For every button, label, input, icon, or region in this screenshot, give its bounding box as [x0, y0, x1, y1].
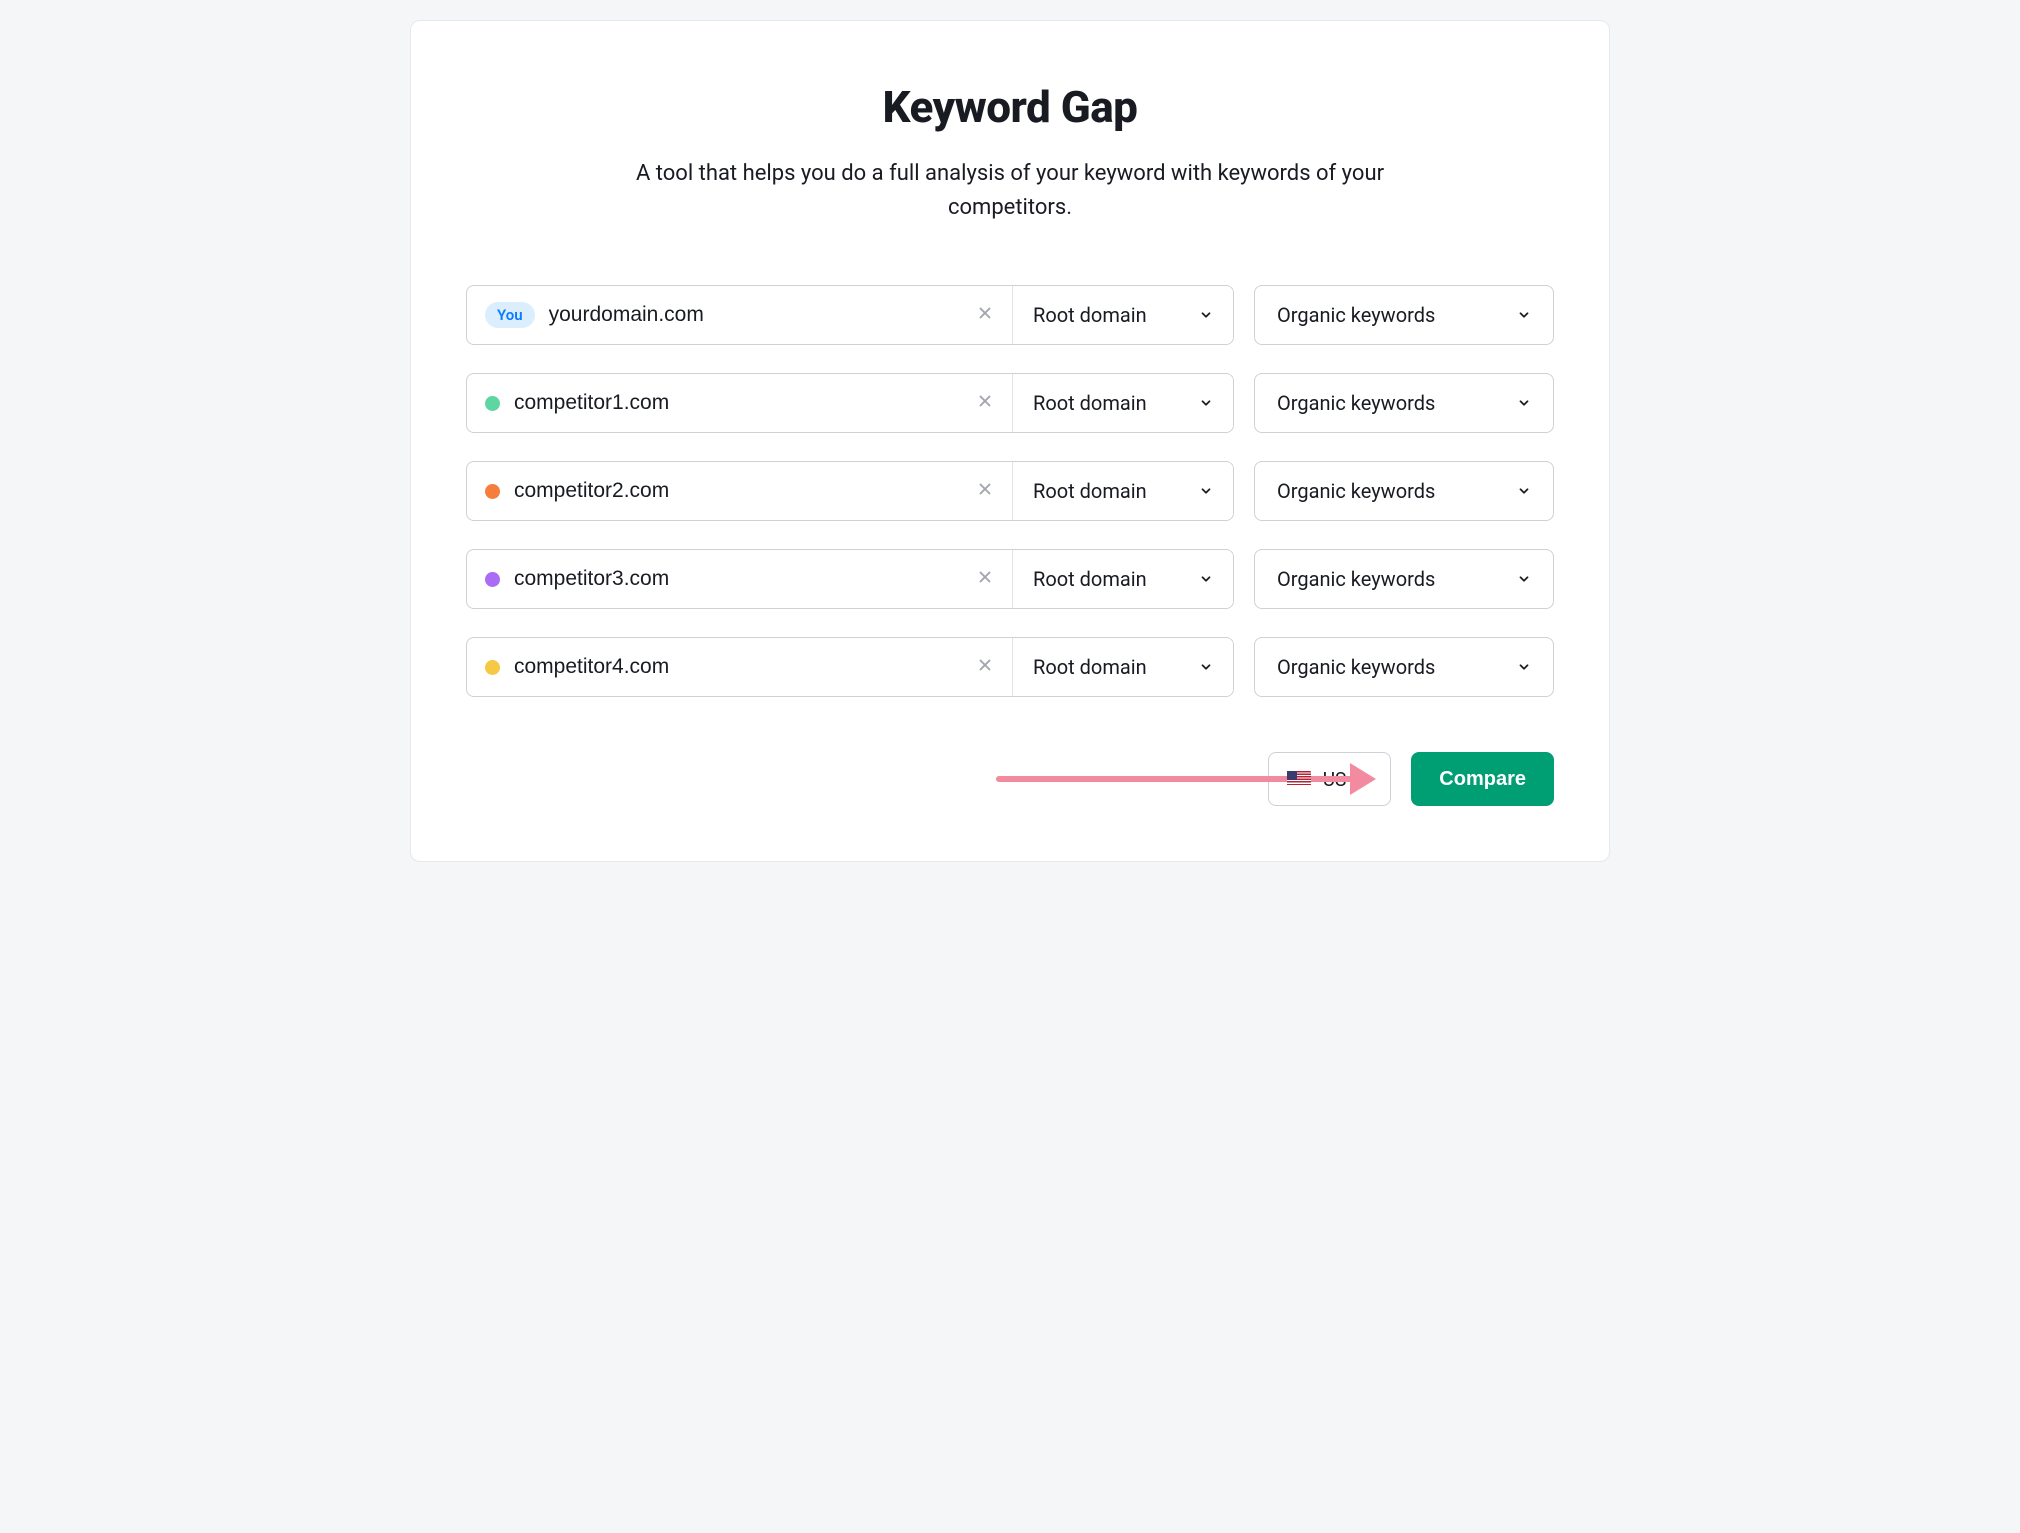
domain-input[interactable] [514, 479, 958, 503]
domain-row: Root domain Organic keywords [466, 549, 1554, 609]
domain-input-group: Root domain [466, 373, 1234, 433]
keyword-type-label: Organic keywords [1277, 479, 1435, 503]
close-icon [976, 302, 994, 327]
domain-input-group: Root domain [466, 461, 1234, 521]
scope-select[interactable]: Root domain [1013, 374, 1233, 432]
keyword-type-select[interactable]: Organic keywords [1254, 549, 1554, 609]
keyword-type-select[interactable]: Organic keywords [1254, 285, 1554, 345]
scope-select[interactable]: Root domain [1013, 462, 1233, 520]
keyword-type-label: Organic keywords [1277, 303, 1435, 327]
domain-input-wrap [467, 462, 1013, 520]
domain-row: Root domain Organic keywords [466, 637, 1554, 697]
flag-us-icon [1287, 771, 1311, 787]
domain-input-wrap [467, 374, 1013, 432]
chevron-down-icon [1199, 572, 1213, 586]
color-dot-icon [485, 660, 500, 675]
footer-controls: US Compare [466, 752, 1554, 806]
clear-input-button[interactable] [972, 652, 998, 682]
scope-label: Root domain [1033, 655, 1147, 679]
domain-rows: YouRoot domainOrganic keywordsRoot domai… [466, 285, 1554, 697]
keyword-type-label: Organic keywords [1277, 391, 1435, 415]
chevron-down-icon [1199, 484, 1213, 498]
domain-row: Root domain Organic keywords [466, 461, 1554, 521]
chevron-down-icon [1199, 396, 1213, 410]
scope-label: Root domain [1033, 479, 1147, 503]
chevron-down-icon [1517, 308, 1531, 322]
keyword-gap-card: Keyword Gap A tool that helps you do a f… [410, 20, 1610, 862]
scope-label: Root domain [1033, 303, 1147, 327]
chevron-down-icon [1199, 308, 1213, 322]
domain-input[interactable] [514, 567, 958, 591]
keyword-type-select[interactable]: Organic keywords [1254, 637, 1554, 697]
chevron-down-icon [1517, 396, 1531, 410]
domain-input[interactable] [549, 303, 958, 327]
scope-select[interactable]: Root domain [1013, 286, 1233, 344]
keyword-type-select[interactable]: Organic keywords [1254, 373, 1554, 433]
domain-input-group: You Root domain [466, 285, 1234, 345]
chevron-down-icon [1517, 572, 1531, 586]
domain-input-wrap [467, 638, 1013, 696]
scope-label: Root domain [1033, 567, 1147, 591]
scope-label: Root domain [1033, 391, 1147, 415]
chevron-down-icon [1517, 484, 1531, 498]
clear-input-button[interactable] [972, 564, 998, 594]
clear-input-button[interactable] [972, 388, 998, 418]
clear-input-button[interactable] [972, 300, 998, 330]
close-icon [976, 390, 994, 415]
domain-input-group: Root domain [466, 549, 1234, 609]
you-badge: You [485, 302, 535, 328]
color-dot-icon [485, 396, 500, 411]
keyword-type-select[interactable]: Organic keywords [1254, 461, 1554, 521]
keyword-type-label: Organic keywords [1277, 655, 1435, 679]
close-icon [976, 654, 994, 679]
close-icon [976, 478, 994, 503]
domain-input-wrap [467, 550, 1013, 608]
domain-input-wrap: You [467, 286, 1013, 344]
color-dot-icon [485, 572, 500, 587]
domain-input[interactable] [514, 655, 958, 679]
keyword-type-label: Organic keywords [1277, 567, 1435, 591]
compare-button[interactable]: Compare [1411, 752, 1554, 806]
scope-select[interactable]: Root domain [1013, 550, 1233, 608]
clear-input-button[interactable] [972, 476, 998, 506]
domain-input-group: Root domain [466, 637, 1234, 697]
page-subtitle: A tool that helps you do a full analysis… [600, 157, 1420, 225]
domain-row: Root domain Organic keywords [466, 373, 1554, 433]
color-dot-icon [485, 484, 500, 499]
chevron-down-icon [1517, 660, 1531, 674]
page-title: Keyword Gap [466, 81, 1554, 133]
scope-select[interactable]: Root domain [1013, 638, 1233, 696]
close-icon [976, 566, 994, 591]
domain-row: You Root domain Organic keywords [466, 285, 1554, 345]
domain-input[interactable] [514, 391, 958, 415]
chevron-down-icon [1199, 660, 1213, 674]
